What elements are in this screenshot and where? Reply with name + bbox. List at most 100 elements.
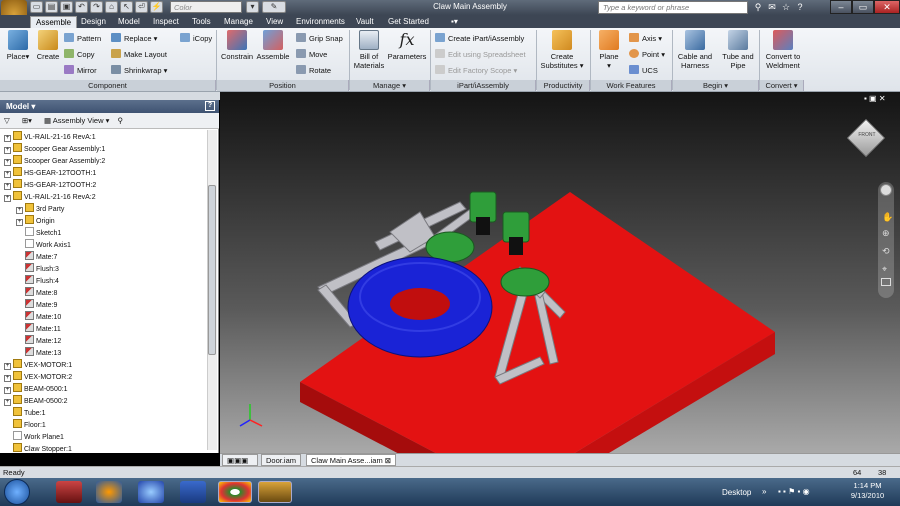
tab-environments[interactable]: Environments <box>291 16 350 28</box>
make-layout-button[interactable]: Make Layout <box>111 49 167 60</box>
expand-icon[interactable]: + <box>16 207 23 214</box>
expand-icon[interactable]: + <box>4 195 11 202</box>
expand-icon[interactable]: + <box>16 219 23 226</box>
binoculars-icon[interactable]: ⚲ <box>752 1 764 13</box>
find-icon[interactable]: ⚲ <box>117 116 123 125</box>
tab-vault[interactable]: Vault <box>351 16 379 28</box>
expand-icon[interactable]: + <box>4 159 11 166</box>
tab-model[interactable]: Model <box>113 16 145 28</box>
search-input[interactable]: Type a keyword or phrase <box>598 1 748 14</box>
word-icon[interactable] <box>180 481 206 503</box>
ucs-button[interactable]: UCS <box>629 65 658 76</box>
close-button[interactable]: ✕ <box>874 0 900 14</box>
tree-item[interactable]: Mate:13 <box>16 347 61 359</box>
begin-group-label[interactable]: Begin ▾ <box>673 80 759 91</box>
tree-item[interactable]: + BEAM-0500:2 <box>4 395 68 407</box>
tab-design[interactable]: Design <box>76 16 111 28</box>
tab-manage[interactable]: Manage <box>219 16 258 28</box>
tray-chevron-icon[interactable]: » <box>762 487 766 496</box>
tree-item[interactable]: + HS-GEAR-12TOOTH:1 <box>4 167 96 179</box>
tray-icons[interactable]: ▪ ▪ ⚑ ▪ ◉ <box>778 487 810 496</box>
save-icon[interactable]: ▣ <box>60 1 73 13</box>
itunes-icon[interactable] <box>138 481 164 503</box>
select-icon[interactable]: ↖ <box>120 1 133 13</box>
browser-scrollbar-thumb[interactable] <box>208 185 216 355</box>
convert-group-label[interactable]: Convert ▾ <box>760 80 804 91</box>
tree-item[interactable]: Mate:9 <box>16 299 57 311</box>
taskbar-app-icon[interactable] <box>56 481 82 503</box>
rotate-button[interactable]: Rotate <box>296 65 331 76</box>
design-doctor-icon[interactable]: ✎ <box>262 1 286 13</box>
tree-item[interactable]: + Scooper Gear Assembly:2 <box>4 155 105 167</box>
replace-button[interactable]: Replace ▾ <box>111 33 157 44</box>
assembly-model[interactable] <box>220 92 900 453</box>
tree-item[interactable]: + VL-RAIL-21-16 RevA:2 <box>4 191 96 203</box>
tree-item[interactable]: Flush:4 <box>16 275 59 287</box>
expand-icon[interactable]: + <box>4 375 11 382</box>
home-icon[interactable]: ⌂ <box>105 1 118 13</box>
plane-button[interactable]: Plane ▾ <box>594 30 624 70</box>
tab-assemble[interactable]: Assemble <box>30 16 78 28</box>
tab-view[interactable]: View <box>261 16 288 28</box>
look-at-icon[interactable]: ⌖ <box>882 264 887 275</box>
expand-icon[interactable]: + <box>4 171 11 178</box>
browser-title[interactable]: Model ▾? <box>0 100 219 113</box>
assemble-button[interactable]: Assemble <box>256 30 290 61</box>
tree-item[interactable]: Floor:1 <box>4 419 46 431</box>
firefox-icon[interactable] <box>96 481 122 503</box>
tab-claw-main-assembly[interactable]: Claw Main Asse...iam ⊠ <box>306 454 397 466</box>
tree-item[interactable]: Mate:12 <box>16 335 61 347</box>
shrinkwrap-button[interactable]: Shrinkwrap ▾ <box>111 65 167 76</box>
create-button[interactable]: Create <box>33 30 63 61</box>
filter-icon[interactable]: ▽ <box>4 116 10 125</box>
mirror-button[interactable]: Mirror <box>64 65 97 76</box>
tree-item[interactable]: Flush:3 <box>16 263 59 275</box>
maximize-button[interactable]: ▭ <box>852 0 874 14</box>
tree-item[interactable]: + Origin <box>16 215 55 227</box>
tree-item[interactable]: Work Axis1 <box>16 239 71 251</box>
tree-item[interactable]: + VEX-MOTOR:2 <box>4 371 72 383</box>
inventor-icon[interactable] <box>258 481 292 503</box>
tree-item[interactable]: + Scooper Gear Assembly:1 <box>4 143 105 155</box>
tree-item[interactable]: +3rd Party <box>16 203 64 215</box>
tree-item[interactable]: Tube:1 <box>4 407 46 419</box>
create-substitutes-button[interactable]: Create Substitutes ▾ <box>540 30 584 70</box>
ribbon-options-icon[interactable]: ▪▾ <box>446 16 463 28</box>
tree-item[interactable]: Mate:11 <box>16 323 61 335</box>
star-icon[interactable]: ☆ <box>780 1 792 13</box>
orbit-icon[interactable]: ⟲ <box>882 246 890 257</box>
tree-item[interactable]: Mate:7 <box>16 251 57 263</box>
expand-icon[interactable]: + <box>4 135 11 142</box>
chrome-icon[interactable] <box>218 481 252 503</box>
cable-harness-button[interactable]: Cable and Harness <box>675 30 715 70</box>
start-button[interactable] <box>4 479 30 505</box>
update-icon[interactable]: ⚡ <box>150 1 163 13</box>
tile-windows-icon[interactable]: ▣▣▣ <box>222 454 258 466</box>
tab-door-iam[interactable]: Door.iam <box>261 454 302 466</box>
tree-item[interactable]: + VEX-MOTOR:1 <box>4 359 72 371</box>
material-icon[interactable]: ▾ <box>246 1 259 13</box>
edit-spreadsheet-button[interactable]: Edit using Spreadsheet <box>435 49 526 60</box>
full-navigation-icon[interactable] <box>881 278 891 286</box>
close-tab-icon[interactable]: ⊠ <box>385 456 391 465</box>
tree-item[interactable]: Claw Stopper:1 <box>4 443 72 455</box>
grip-snap-button[interactable]: Grip Snap <box>296 33 343 44</box>
open-icon[interactable]: ▤ <box>45 1 58 13</box>
tree-item[interactable]: Mate:10 <box>16 311 61 323</box>
axis-button[interactable]: Axis ▾ <box>629 33 662 44</box>
tab-get-started[interactable]: Get Started <box>383 16 434 28</box>
tree-item[interactable]: + VL-RAIL-21-16 RevA:1 <box>4 131 96 143</box>
steering-wheel-icon[interactable] <box>880 184 892 196</box>
pan-icon[interactable]: ✋ <box>882 212 893 223</box>
help-icon[interactable]: ? <box>794 1 806 13</box>
subscription-icon[interactable]: ✉ <box>766 1 778 13</box>
clock[interactable]: 1:14 PM 9/13/2010 <box>840 481 895 501</box>
return-icon[interactable]: ⏎ <box>135 1 148 13</box>
tube-pipe-button[interactable]: Tube and Pipe <box>718 30 758 70</box>
manage-group-label[interactable]: Manage ▾ <box>350 80 430 91</box>
zoom-icon[interactable]: ⊕ <box>882 228 890 239</box>
tree-item[interactable]: Work Plane1 <box>4 431 64 443</box>
redo-icon[interactable]: ↷ <box>90 1 103 13</box>
tab-inspect[interactable]: Inspect <box>148 16 184 28</box>
assembly-view-dropdown[interactable]: ▦ Assembly View ▾ <box>44 116 109 125</box>
